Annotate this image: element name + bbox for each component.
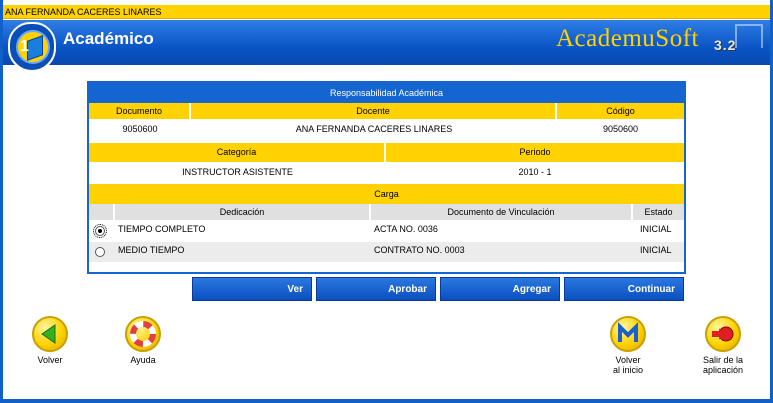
col-dedicacion: Dedicación [115,204,371,220]
docente-data-row: 9050600 ANA FERNANDA CACERES LINARES 905… [89,119,684,140]
ver-button[interactable]: Ver [192,277,312,301]
aprobar-button[interactable]: Aprobar [316,277,436,301]
carga-radio-tiempo-completo[interactable] [93,224,107,238]
categoria-data-row: INSTRUCTOR ASISTENTE 2010 - 1 [89,162,684,183]
carga-estado: INICIAL [640,224,672,234]
carga-radio-medio-tiempo[interactable] [95,247,105,257]
ayuda-label: Ayuda [130,355,156,365]
docente-value: ANA FERNANDA CACERES LINARES [295,124,453,134]
salir-button[interactable]: Salir de la aplicación [688,316,758,375]
col-categoria: Categoría [89,143,386,162]
categoria-header-row: Categoría Periodo [89,143,684,162]
carga-row[interactable]: TIEMPO COMPLETO ACTA NO. 0036 INICIAL [89,220,684,241]
carga-documento: CONTRATO NO. 0003 [374,245,465,255]
home-m-icon [610,316,646,352]
volver-label: Volver [37,355,63,365]
col-periodo: Periodo [519,147,551,157]
carga-title: Carga [374,189,399,199]
volver-button[interactable]: Volver [15,316,85,365]
carga-header-row: Dedicación Documento de Vinculación Esta… [89,204,684,220]
categoria-value: INSTRUCTOR ASISTENTE [182,167,293,177]
codigo-value: 9050600 [602,124,639,134]
volver-inicio-button[interactable]: Volver al inicio [593,316,663,375]
volver-inicio-label: Volver al inicio [612,355,643,375]
carga-dedicacion: MEDIO TIEMPO [118,245,185,255]
salir-label: Salir de la aplicación [702,355,744,375]
carga-estado: INICIAL [640,245,672,255]
col-documento: Documento [89,103,191,119]
responsabilidad-panel: Responsabilidad Académica Documento Doce… [87,81,686,274]
academusoft-logo-icon: 1 [8,22,56,72]
brand-house-icon [735,24,763,48]
brand-name: AcademuSoft [556,25,699,52]
col-codigo: Código [606,106,635,116]
agregar-button[interactable]: Agregar [440,277,560,301]
col-docente: Docente [191,103,557,119]
periodo-value: 2010 - 1 [518,167,552,177]
carga-title-row: Carga [89,184,684,204]
panel-title: Responsabilidad Académica [89,83,684,103]
exit-door-icon [705,316,741,352]
docente-header-row: Documento Docente Código [89,103,684,119]
col-documento-vinculacion: Documento de Vinculación [371,204,633,220]
ayuda-button[interactable]: Ayuda [108,316,178,365]
brand-version: 3.2 [714,37,737,53]
lifebuoy-icon [125,316,161,352]
carga-table: Dedicación Documento de Vinculación Esta… [89,204,684,262]
col-estado: Estado [644,207,673,217]
continuar-button[interactable]: Continuar [564,277,684,301]
carga-row[interactable]: MEDIO TIEMPO CONTRATO NO. 0003 INICIAL [89,241,684,262]
documento-value: 9050600 [122,124,158,134]
carga-dedicacion: TIEMPO COMPLETO [118,224,206,234]
module-title: Académico [63,29,154,48]
carga-documento: ACTA NO. 0036 [374,224,438,234]
green-back-arrow-icon [32,316,68,352]
user-name-strip: ANA FERNANDA CACERES LINARES [3,5,770,19]
